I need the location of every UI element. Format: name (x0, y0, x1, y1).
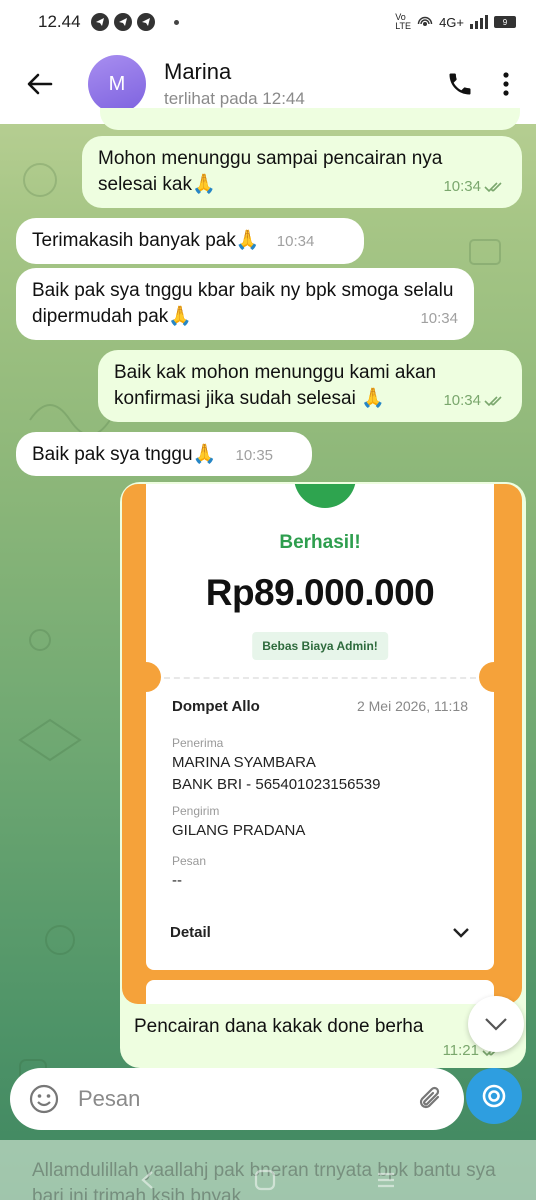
status-indicators: Vo LTE 4G+ 9 (395, 13, 516, 31)
sender-label: Pengirim (172, 804, 220, 818)
message-time: 11:21 (442, 1042, 479, 1059)
message-bubble-incoming[interactable]: Terimakasih banyak pak🙏 10:34 (16, 218, 364, 264)
hotspot-icon (417, 16, 433, 26)
detail-row: Detail (170, 924, 470, 941)
message-bubble-outgoing[interactable]: Mohon menunggu sampai pencairan nya sele… (82, 136, 522, 208)
message-time: 10:34 (443, 178, 481, 195)
camera-icon (482, 1084, 506, 1108)
last-seen: terlihat pada 12:44 (164, 89, 305, 108)
message-text: Mohon menunggu sampai pencairan nya sele… (98, 148, 443, 195)
network-type: 4G+ (439, 14, 464, 30)
battery-icon: 9 (494, 16, 516, 28)
transfer-receipt-image[interactable]: Berhasil! Rp89.000.000 Bebas Biaya Admin… (122, 484, 522, 1004)
image-message-bubble[interactable]: Berhasil! Rp89.000.000 Bebas Biaya Admin… (120, 482, 526, 1068)
message-text: Baik pak sya tnggu kbar baik ny bpk smog… (32, 280, 454, 327)
receipt-divider (164, 677, 476, 679)
signal-icon (470, 15, 488, 29)
contact-name: Marina (164, 59, 232, 84)
fee-badge: Bebas Biaya Admin! (252, 632, 388, 660)
telegram-notification-icon (136, 13, 155, 31)
system-nav-bar (0, 1160, 536, 1200)
receipt-notch-left (131, 662, 161, 692)
nav-back-icon[interactable] (140, 1170, 154, 1190)
contact-info[interactable]: Marina terlihat pada 12:44 (164, 59, 305, 109)
recipient-label: Penerima (172, 736, 224, 750)
message-meta: 10:34 (443, 174, 506, 200)
detail-label: Detail (170, 924, 211, 941)
more-notifications-dot (173, 19, 179, 25)
receipt-notch-right (479, 662, 509, 692)
telegram-notification-icon (90, 13, 109, 31)
double-check-icon (484, 396, 502, 407)
telegram-notification-icon (113, 13, 132, 31)
message-text: Baik kak mohon menunggu kami akan konfir… (114, 362, 437, 409)
message-text: Terimakasih banyak pak🙏 (32, 230, 260, 251)
sender-name: GILANG PRADANA (172, 822, 306, 839)
scroll-to-bottom-button[interactable] (468, 996, 524, 1052)
message-time: 10:34 (443, 392, 481, 409)
chevron-down-icon (485, 1018, 507, 1031)
more-options-icon[interactable] (502, 71, 510, 97)
status-bar: 12.44 Vo LTE 4G+ 9 (0, 0, 536, 44)
image-caption: Pencairan dana kakak done berha (134, 1016, 424, 1037)
receipt-amount: Rp89.000.000 (205, 572, 435, 613)
message-bubble-incoming[interactable]: Baik pak sya tnggu kbar baik ny bpk smog… (16, 268, 474, 340)
receipt-wallet: Dompet Allo (172, 698, 260, 715)
message-text: Baik pak sya tnggu🙏 (32, 444, 217, 465)
emoji-icon[interactable] (28, 1083, 60, 1115)
success-check-icon (294, 484, 356, 508)
message-time: 10:34 (420, 310, 458, 327)
nav-home-icon[interactable] (254, 1169, 276, 1191)
phone-icon[interactable] (446, 70, 474, 98)
message-bubble-outgoing[interactable]: Baik kak mohon menunggu kami akan konfir… (98, 350, 522, 422)
receipt-status: Berhasil! (279, 532, 361, 553)
back-button[interactable] (22, 66, 58, 102)
camera-button[interactable] (466, 1068, 522, 1124)
nav-recents-icon[interactable] (376, 1171, 396, 1189)
message-time: 10:34 (276, 233, 315, 250)
chevron-down-icon (453, 927, 469, 938)
message-bubble-incoming[interactable]: Baik pak sya tnggu🙏 10:35 (16, 432, 312, 476)
message-value: -- (172, 872, 182, 889)
receipt-card: Berhasil! Rp89.000.000 Bebas Biaya Admin… (131, 484, 509, 970)
arrow-left-icon (27, 73, 53, 95)
message-bubble-partial (100, 108, 520, 130)
recipient-name: MARINA SYAMBARA (172, 754, 316, 771)
message-label: Pesan (172, 854, 207, 868)
volte-icon: Vo LTE (395, 12, 412, 31)
status-time: 12.44 (38, 12, 81, 31)
message-composer[interactable]: Pesan (10, 1068, 464, 1130)
receipt-date: 2 Mei 2026, 11:18 (356, 698, 468, 714)
attachment-icon[interactable] (416, 1084, 446, 1114)
recipient-bank: BANK BRI - 565401023156539 (172, 776, 381, 793)
receipt-bottom-strip (146, 980, 494, 1004)
message-meta: 10:34 (443, 388, 506, 414)
message-time: 10:35 (235, 447, 274, 464)
avatar[interactable]: M (88, 55, 146, 113)
message-input[interactable]: Pesan (78, 1086, 416, 1112)
double-check-icon (484, 182, 502, 193)
